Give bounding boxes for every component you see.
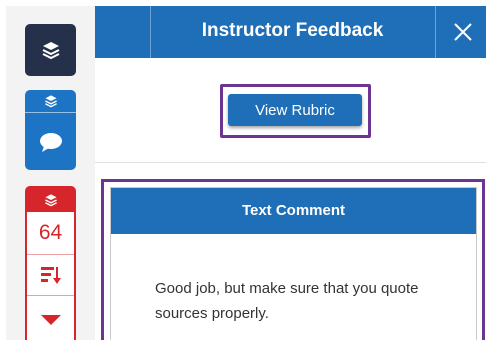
tool-rail: 64 <box>6 6 96 340</box>
comments-tool-body <box>25 113 76 170</box>
grade-score: 64 <box>27 212 74 255</box>
header-divider <box>150 6 151 58</box>
grade-tool-header <box>27 188 74 212</box>
feedback-window: 64 Instructor Feedback View Rubric Text … <box>6 6 486 340</box>
comments-tool-button[interactable] <box>25 90 76 170</box>
expand-button[interactable] <box>27 296 74 326</box>
sort-icon <box>40 267 61 284</box>
grade-tool-panel: 64 <box>25 186 76 340</box>
view-rubric-button[interactable]: View Rubric <box>228 94 362 126</box>
close-icon <box>454 23 472 41</box>
sort-button[interactable] <box>27 255 74 296</box>
layers-icon <box>44 95 57 108</box>
rubric-section: View Rubric <box>95 58 486 163</box>
comments-tool-header <box>25 90 76 113</box>
panel-header: Instructor Feedback <box>95 6 486 58</box>
header-divider <box>435 6 436 58</box>
layers-icon <box>42 42 59 60</box>
comment-section: Text Comment Good job, but make sure tha… <box>95 163 486 340</box>
close-button[interactable] <box>440 6 486 58</box>
caret-down-icon <box>40 315 61 325</box>
comment-icon <box>39 132 62 152</box>
layers-tool-button[interactable] <box>25 24 76 76</box>
panel-title: Instructor Feedback <box>201 20 384 41</box>
layers-icon <box>44 194 57 207</box>
highlight-box <box>101 179 485 340</box>
